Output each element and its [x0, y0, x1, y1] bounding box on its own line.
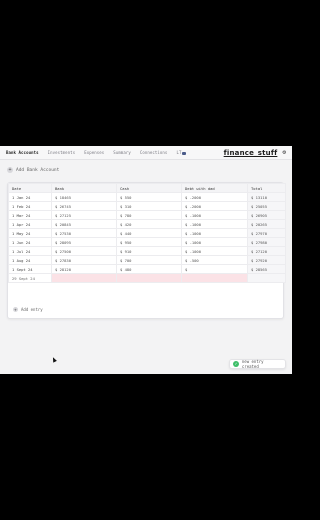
table-row: 1 May 24 $ 27530 $ 440 $ -1000 $ 27970: [8, 228, 286, 238]
cell-bank[interactable]: $ 26745: [51, 201, 117, 211]
cell-bank[interactable]: $ 27530: [51, 228, 117, 238]
cell-debt[interactable]: $ -1000: [181, 246, 248, 256]
plus-icon: +: [7, 167, 13, 173]
cell-cash[interactable]: $ 420: [116, 219, 182, 229]
cell-cash[interactable]: $ 480: [116, 264, 182, 274]
new-entry-total: [247, 273, 286, 283]
toast-notification: ✓ new entry created: [229, 359, 286, 369]
tab-summary[interactable]: Summary: [113, 150, 131, 155]
app-window: Bank Accounts Investments Expenses Summa…: [0, 146, 292, 374]
cell-date[interactable]: 1 Aug 24: [8, 255, 52, 265]
accounts-table-card: Date Bank Cash Debt with dad Total 1 Jan…: [7, 182, 286, 319]
cell-total: $ 13110: [247, 192, 286, 202]
cell-total: $ 27920: [247, 255, 286, 265]
new-entry-row: 29 Sept 24: [8, 273, 286, 283]
cell-debt[interactable]: $ -1000: [181, 228, 248, 238]
add-bank-account-button[interactable]: + Add Bank Account: [7, 167, 59, 173]
cell-total: $ 26905: [247, 210, 286, 220]
cell-bank[interactable]: $ 27830: [51, 255, 117, 265]
cell-bank[interactable]: $ 27125: [51, 210, 117, 220]
cell-date[interactable]: 1 Jan 24: [8, 192, 52, 202]
plus-icon: +: [13, 307, 18, 312]
table-row: 1 Mar 24 $ 27125 $ 780 $ -1000 $ 26905: [8, 210, 286, 220]
cell-debt[interactable]: $ -2000: [181, 201, 248, 211]
top-nav: Bank Accounts Investments Expenses Summa…: [0, 146, 292, 160]
header-cash: Cash: [116, 183, 182, 193]
gear-icon[interactable]: ⚙: [282, 149, 286, 156]
header-bank: Bank: [51, 183, 117, 193]
cell-bank[interactable]: $ 28120: [51, 264, 117, 274]
table-row: 1 Aug 24 $ 27830 $ 700 $ -500 $ 27920: [8, 255, 286, 265]
table-header-row: Date Bank Cash Debt with dad Total: [8, 183, 286, 193]
new-entry-cash-input[interactable]: [116, 273, 182, 283]
table-row: 1 Sept 24 $ 28120 $ 480 $ $ 28565: [8, 264, 286, 274]
accounts-table: Date Bank Cash Debt with dad Total 1 Jan…: [8, 183, 286, 283]
new-entry-debt-input[interactable]: [181, 273, 248, 283]
tab-bank-accounts[interactable]: Bank Accounts: [6, 150, 39, 155]
header-date: Date: [8, 183, 52, 193]
cell-cash[interactable]: $ 780: [116, 210, 182, 220]
new-entry-date-input[interactable]: 29 Sept 24: [8, 273, 52, 283]
cell-bank[interactable]: $ 27500: [51, 246, 117, 256]
cell-debt[interactable]: $ -1000: [181, 210, 248, 220]
cell-total: $ 27980: [247, 237, 286, 247]
table-row: 1 Jun 24 $ 28095 $ 950 $ -1000 $ 27980: [8, 237, 286, 247]
cell-bank[interactable]: $ 20845: [51, 219, 117, 229]
cell-total: $ 28565: [247, 264, 286, 274]
cell-date[interactable]: 1 Feb 24: [8, 201, 52, 211]
flag-icon: [182, 151, 187, 155]
brand-logo: finance_stuff: [223, 148, 278, 157]
cell-cash[interactable]: $ 950: [116, 237, 182, 247]
cell-date[interactable]: 1 Mar 24: [8, 210, 52, 220]
table-row: 1 Jul 24 $ 27500 $ 910 $ -1000 $ 27120: [8, 246, 286, 256]
cell-date[interactable]: 1 Jun 24: [8, 237, 52, 247]
cell-total: $ 20265: [247, 219, 286, 229]
cell-cash[interactable]: $ 310: [116, 201, 182, 211]
cell-bank[interactable]: $ 18465: [51, 192, 117, 202]
table-row: 1 Apr 24 $ 20845 $ 420 $ -1000 $ 20265: [8, 219, 286, 229]
new-entry-bank-input[interactable]: [51, 273, 117, 283]
cell-cash[interactable]: $ 910: [116, 246, 182, 256]
cell-date[interactable]: 1 Apr 24: [8, 219, 52, 229]
header-debt: Debt with dad: [181, 183, 248, 193]
cell-debt[interactable]: $ -1000: [181, 237, 248, 247]
cell-date[interactable]: 1 Jul 24: [8, 246, 52, 256]
cell-date[interactable]: 1 May 24: [8, 228, 52, 238]
cell-total: $ 27120: [247, 246, 286, 256]
cell-debt[interactable]: $ -2000: [181, 192, 248, 202]
language-label: LT: [176, 150, 182, 155]
cell-debt[interactable]: $ -500: [181, 255, 248, 265]
cell-cash[interactable]: $ 700: [116, 255, 182, 265]
cell-date[interactable]: 1 Sept 24: [8, 264, 52, 274]
toast-text: new entry created: [241, 359, 264, 369]
add-bank-account-label: Add Bank Account: [16, 167, 60, 173]
header-total: Total: [247, 183, 286, 193]
cell-total: $ 25055: [247, 201, 286, 211]
cell-cash[interactable]: $ 440: [116, 228, 182, 238]
mouse-cursor-icon: [51, 356, 57, 363]
cell-debt[interactable]: $ -1000: [181, 219, 248, 229]
tab-expenses[interactable]: Expenses: [84, 150, 104, 155]
cell-bank[interactable]: $ 28095: [51, 237, 117, 247]
table-row: 1 Feb 24 $ 26745 $ 310 $ -2000 $ 25055: [8, 201, 286, 211]
table-row: 1 Jan 24 $ 18465 $ 550 $ -2000 $ 13110: [8, 192, 286, 202]
cell-total: $ 27970: [247, 228, 286, 238]
cell-cash[interactable]: $ 550: [116, 192, 182, 202]
cell-debt[interactable]: $: [181, 264, 248, 274]
language-switch[interactable]: LT: [176, 150, 187, 155]
check-icon: ✓: [233, 361, 239, 367]
add-entry-button[interactable]: + Add entry: [13, 307, 43, 312]
tab-investments[interactable]: Investments: [48, 150, 76, 155]
tab-connections[interactable]: Connections: [140, 150, 168, 155]
add-entry-label: Add entry: [21, 307, 43, 312]
